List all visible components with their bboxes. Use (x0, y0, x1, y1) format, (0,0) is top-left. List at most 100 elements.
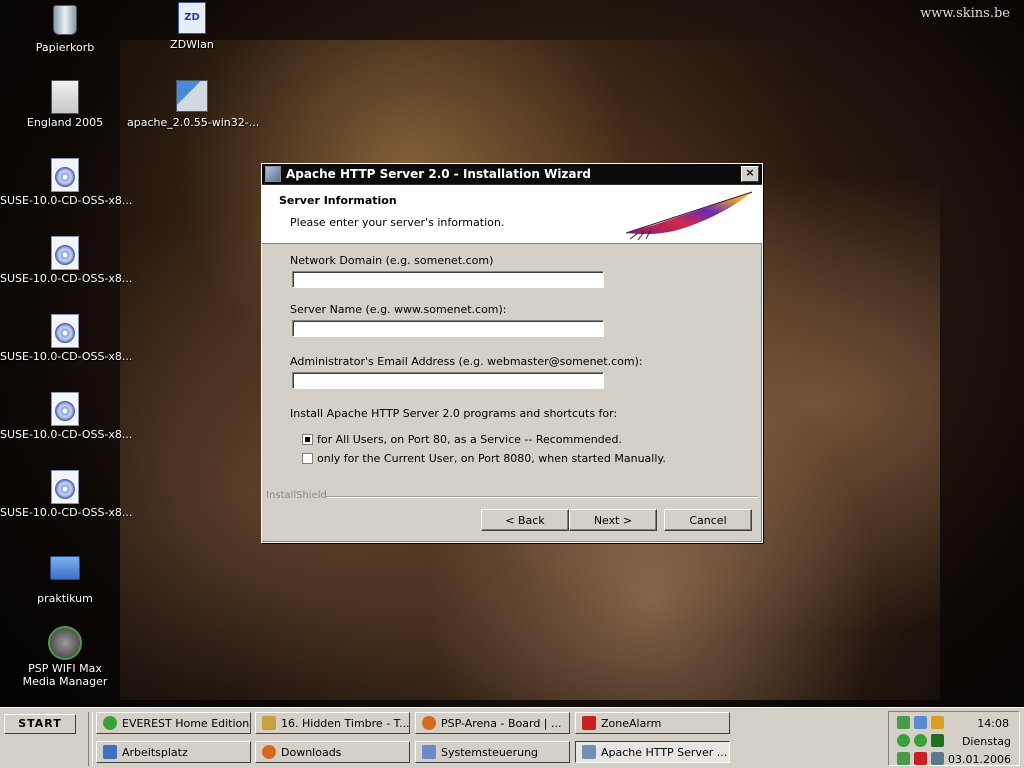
document-icon (51, 80, 79, 114)
network-domain-input[interactable] (292, 271, 604, 288)
firefox-icon (262, 745, 276, 759)
folder-icon (50, 556, 80, 580)
zonealarm-icon (582, 716, 596, 730)
system-tray: 14:08 Dienstag 03.01.2006 (888, 711, 1020, 766)
taskbar-button-label: EVEREST Home Edition (122, 716, 250, 730)
next-button[interactable]: Next > (569, 509, 657, 531)
network-domain-label: Network Domain (e.g. somenet.com) (290, 254, 494, 267)
winamp-icon (262, 716, 276, 730)
radio-current-user-label: only for the Current User, on Port 8080,… (317, 452, 666, 465)
clock-time: 14:08 (977, 717, 1009, 730)
everest-icon (103, 716, 117, 730)
apache-feather-icon (625, 191, 753, 241)
taskbar-button-label: ZoneAlarm (601, 716, 662, 730)
taskbar-button-label: Systemsteuerung (441, 745, 539, 759)
my-computer-icon (103, 745, 117, 759)
desktop-icon-label: apache_2.0.55-win32-... (127, 116, 260, 129)
taskbar-button-label: Downloads (281, 745, 342, 759)
psp-media-icon (48, 626, 82, 660)
taskbar-button-arbeitsplatz[interactable]: Arbeitsplatz (96, 741, 251, 763)
desktop-icon-psp-media-manager[interactable]: PSP WIFI Max Media Manager (0, 626, 130, 688)
safely-remove-icon[interactable] (931, 752, 944, 765)
desktop-icon-label: praktikum (37, 592, 93, 605)
desktop-icon-recycle-bin[interactable]: Papierkorb (0, 2, 130, 54)
desktop-icon-suse-cd-4[interactable]: SUSE-10.0-CD-OSS-x8... (0, 392, 133, 441)
taskbar-separator (88, 712, 93, 766)
control-panel-icon (422, 745, 436, 759)
cd-image-icon (51, 158, 79, 192)
mail-icon[interactable] (897, 716, 910, 729)
dialog-header: Server Information Please enter your ser… (262, 185, 762, 244)
messenger-icon[interactable] (931, 716, 944, 729)
desktop-icon-suse-cd-5[interactable]: SUSE-10.0-CD-OSS-x8... (0, 470, 133, 519)
taskbar-button-psp-arena[interactable]: PSP-Arena - Board | ... (415, 712, 570, 734)
taskbar-button-label: Arbeitsplatz (122, 745, 188, 759)
desktop-icon-label: SUSE-10.0-CD-OSS-x8... (0, 194, 133, 207)
install-for-label: Install Apache HTTP Server 2.0 programs … (290, 407, 618, 420)
back-button[interactable]: < Back (481, 509, 569, 531)
taskbar-button-hidden-timbre[interactable]: 16. Hidden Timbre - T... (255, 712, 410, 734)
desktop-icon-label: PSP WIFI Max Media Manager (22, 662, 108, 688)
header-subtitle: Please enter your server's information. (290, 216, 505, 229)
desktop-icon-england-2005[interactable]: England 2005 (0, 80, 130, 129)
taskbar: START EVEREST Home Edition 16. Hidden Ti… (0, 707, 1024, 768)
installer-icon (176, 80, 208, 112)
dialog-title: Apache HTTP Server 2.0 - Installation Wi… (286, 167, 592, 181)
check-icon[interactable] (897, 734, 910, 747)
server-name-input[interactable] (292, 320, 604, 337)
taskbar-button-downloads[interactable]: Downloads (255, 741, 410, 763)
admin-email-input[interactable] (292, 372, 604, 389)
radio-current-user[interactable]: only for the Current User, on Port 8080,… (302, 452, 666, 465)
desktop-icon-label: SUSE-10.0-CD-OSS-x8... (0, 272, 133, 285)
radio-current-user-indicator[interactable] (302, 453, 313, 464)
meter-icon[interactable] (931, 734, 944, 747)
desktop-icon-suse-cd-3[interactable]: SUSE-10.0-CD-OSS-x8... (0, 314, 133, 363)
start-button[interactable]: START (4, 714, 76, 734)
desktop-icon-label: SUSE-10.0-CD-OSS-x8... (0, 506, 133, 519)
desktop-icon-suse-cd-1[interactable]: SUSE-10.0-CD-OSS-x8... (0, 158, 133, 207)
server-name-label: Server Name (e.g. www.somenet.com): (290, 303, 507, 316)
wlan-icon: ZD (178, 2, 206, 34)
cancel-button[interactable]: Cancel (664, 509, 752, 531)
installshield-divider (326, 496, 758, 498)
cd-image-icon (51, 392, 79, 426)
desktop-icon-label: ZDWlan (170, 38, 214, 51)
network-icon[interactable] (914, 716, 927, 729)
wallpaper-watermark: www.skins.be (920, 6, 1010, 21)
installer-icon (582, 745, 596, 759)
cd-image-icon (51, 470, 79, 504)
radio-all-users-label: for All Users, on Port 80, as a Service … (317, 433, 622, 446)
sound-icon[interactable] (897, 752, 910, 765)
admin-email-label: Administrator's Email Address (e.g. webm… (290, 355, 643, 368)
desktop-icon-zdwlan[interactable]: ZD ZDWlan (127, 2, 257, 51)
installshield-label: InstallShield (266, 490, 327, 501)
installation-wizard-dialog: Apache HTTP Server 2.0 - Installation Wi… (261, 163, 763, 543)
clock-day: Dienstag (961, 735, 1011, 748)
info-icon[interactable] (914, 734, 927, 747)
taskbar-button-label: PSP-Arena - Board | ... (441, 716, 562, 730)
taskbar-button-everest[interactable]: EVEREST Home Edition (96, 712, 251, 734)
installer-window-icon (265, 166, 281, 182)
taskbar-button-label: 16. Hidden Timbre - T... (281, 716, 410, 730)
recycle-bin-icon (53, 5, 77, 35)
clock-date: 03.01.2006 (948, 753, 1011, 766)
taskbar-button-systemsteuerung[interactable]: Systemsteuerung (415, 741, 570, 763)
close-button[interactable]: × (741, 166, 759, 182)
antivirus-icon[interactable] (914, 752, 927, 765)
cd-image-icon (51, 236, 79, 270)
desktop-icon-label: SUSE-10.0-CD-OSS-x8... (0, 428, 133, 441)
header-title: Server Information (279, 194, 397, 207)
desktop-icon-label: SUSE-10.0-CD-OSS-x8... (0, 350, 133, 363)
dialog-titlebar[interactable]: Apache HTTP Server 2.0 - Installation Wi… (262, 164, 762, 185)
dialog-body: Network Domain (e.g. somenet.com) Server… (262, 244, 762, 542)
taskbar-button-zonealarm[interactable]: ZoneAlarm (575, 712, 730, 734)
desktop-icon-apache-installer[interactable]: apache_2.0.55-win32-... (127, 80, 260, 129)
radio-all-users-indicator[interactable] (302, 434, 313, 445)
radio-all-users[interactable]: for All Users, on Port 80, as a Service … (302, 433, 622, 446)
cd-image-icon (51, 314, 79, 348)
taskbar-button-apache-server[interactable]: Apache HTTP Server ... (575, 741, 730, 763)
desktop-icon-suse-cd-2[interactable]: SUSE-10.0-CD-OSS-x8... (0, 236, 133, 285)
desktop-icon-label: Papierkorb (35, 41, 95, 54)
firefox-icon (422, 716, 436, 730)
desktop-icon-praktikum[interactable]: praktikum (0, 548, 130, 605)
